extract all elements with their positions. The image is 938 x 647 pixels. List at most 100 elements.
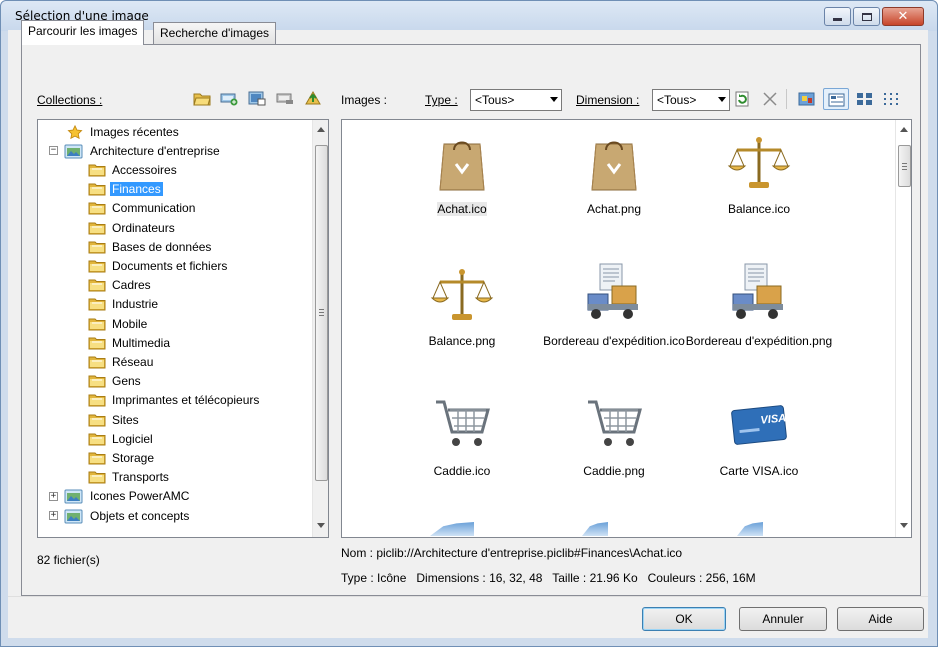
maximize-icon bbox=[861, 12, 872, 21]
thumbnail-caption: Achat.png bbox=[586, 202, 642, 216]
tree-item[interactable]: Accessoires bbox=[88, 160, 179, 179]
toolbar-separator bbox=[786, 89, 787, 109]
shopping-bag-icon bbox=[430, 130, 494, 194]
tree-item[interactable]: + Objets et concepts bbox=[49, 506, 191, 525]
folder-icon bbox=[88, 260, 106, 273]
collections-label: Collections : bbox=[37, 93, 102, 107]
tree-item[interactable]: Bases de données bbox=[88, 237, 213, 256]
partial-thumbnail[interactable] bbox=[430, 522, 474, 536]
tree-item-label: Logiciel bbox=[112, 431, 153, 446]
collections-label-text: Collections : bbox=[37, 93, 103, 107]
tree-item[interactable]: Gens bbox=[88, 372, 143, 391]
image-thumbnail[interactable]: Bordereau d'expédition.png bbox=[684, 262, 834, 348]
tree-item-label: Documents et fichiers bbox=[112, 258, 228, 273]
delete-icon[interactable] bbox=[761, 91, 779, 107]
scroll-up-icon[interactable] bbox=[900, 127, 908, 132]
collection-icon bbox=[64, 489, 83, 504]
image-thumbnail[interactable]: Achat.png bbox=[539, 130, 689, 216]
tree-item[interactable]: Transports bbox=[88, 468, 171, 487]
tree-item[interactable]: Finances bbox=[88, 180, 163, 199]
image-name-info: Nom : piclib://Architecture d'entreprise… bbox=[341, 546, 683, 560]
open-folder-icon[interactable] bbox=[193, 90, 211, 106]
tree-item[interactable]: Cadres bbox=[88, 276, 153, 295]
tree-item[interactable]: Mobile bbox=[88, 314, 149, 333]
details-view-icon bbox=[828, 93, 845, 107]
folder-icon bbox=[88, 183, 106, 196]
folder-icon bbox=[88, 202, 106, 215]
tree-item-label: Storage bbox=[112, 450, 155, 465]
close-button[interactable]: ✕ bbox=[882, 7, 924, 26]
scroll-down-icon[interactable] bbox=[317, 523, 325, 528]
partial-thumbnail[interactable] bbox=[582, 522, 608, 536]
type-dropdown[interactable]: <Tous> bbox=[470, 89, 562, 111]
tree-scrollbar-thumb[interactable] bbox=[315, 145, 328, 481]
dimension-label: Dimension : bbox=[576, 93, 639, 107]
dimension-dropdown[interactable]: <Tous> bbox=[652, 89, 730, 111]
image-grid-scrollbar-thumb[interactable] bbox=[898, 145, 911, 187]
tree-item[interactable]: Images récentes bbox=[66, 122, 181, 141]
tree-item[interactable]: + Icones PowerAMC bbox=[49, 487, 191, 506]
type-label-text: Type : bbox=[425, 93, 458, 107]
collapse-icon[interactable]: − bbox=[49, 146, 58, 156]
tab-browse-images[interactable]: Parcourir les images bbox=[21, 20, 145, 45]
tree-item-label: Communication bbox=[112, 201, 196, 216]
image-thumbnail[interactable]: Achat.ico bbox=[387, 130, 537, 216]
folder-icon bbox=[88, 222, 106, 234]
small-icons-view-icon[interactable] bbox=[856, 91, 874, 107]
image-thumbnail[interactable]: Caddie.ico bbox=[387, 392, 537, 478]
image-grid[interactable]: Achat.ico Achat.png Balance.ico Balance.png… bbox=[341, 119, 912, 538]
export-icon[interactable] bbox=[304, 90, 322, 106]
image-thumbnail[interactable]: Caddie.png bbox=[539, 392, 689, 478]
tree-item[interactable]: Ordinateurs bbox=[88, 218, 177, 237]
folder-icon bbox=[88, 356, 106, 369]
details-view-button[interactable] bbox=[823, 88, 849, 110]
edit-collection-icon[interactable] bbox=[248, 90, 266, 106]
tree-item-label: Objets et concepts bbox=[90, 508, 190, 523]
refresh-icon[interactable] bbox=[734, 91, 752, 107]
tree-item[interactable]: Storage bbox=[88, 448, 156, 467]
image-grid-scrollbar[interactable] bbox=[895, 120, 911, 537]
tree-item[interactable]: Imprimantes et télécopieurs bbox=[88, 391, 261, 410]
expand-icon[interactable]: + bbox=[49, 491, 58, 501]
tree-item[interactable]: Industrie bbox=[88, 295, 160, 314]
minimize-button[interactable] bbox=[824, 7, 851, 26]
minimize-icon bbox=[833, 18, 842, 21]
scroll-down-icon[interactable] bbox=[900, 523, 908, 528]
thumbnail-caption-wrap: Carte VISA.ico bbox=[684, 464, 834, 478]
tree-item[interactable]: − Architecture d'entreprise bbox=[49, 141, 222, 160]
list-view-icon[interactable] bbox=[882, 91, 900, 107]
partial-thumbnail[interactable] bbox=[737, 522, 763, 536]
tree-item-label: Industrie bbox=[112, 297, 159, 312]
collection-icon bbox=[64, 509, 83, 523]
tab-search-images[interactable]: Recherche d'images bbox=[153, 22, 277, 44]
cancel-button[interactable]: Annuler bbox=[739, 607, 827, 631]
tree-item-label: Finances bbox=[110, 182, 163, 197]
tree-item[interactable]: Réseau bbox=[88, 352, 155, 371]
image-thumbnail[interactable]: Balance.ico bbox=[684, 130, 834, 216]
tree-item[interactable]: Logiciel bbox=[88, 429, 155, 448]
add-collection-icon[interactable] bbox=[220, 90, 238, 106]
tree-item-label: Gens bbox=[112, 374, 141, 389]
folder-icon bbox=[88, 318, 106, 330]
tree-item-label: Réseau bbox=[112, 354, 154, 369]
thumbnail-caption: Caddie.png bbox=[583, 464, 645, 478]
image-thumbnail[interactable]: Balance.png bbox=[387, 262, 537, 348]
help-button[interactable]: Aide bbox=[837, 607, 924, 631]
tree-item-label: Architecture d'entreprise bbox=[90, 143, 220, 158]
tree-item[interactable]: Sites bbox=[88, 410, 141, 429]
collections-tree[interactable]: Images récentes − Architecture d'entrepris… bbox=[37, 119, 329, 538]
scroll-up-icon[interactable] bbox=[317, 127, 325, 132]
image-thumbnail[interactable]: Bordereau d'expédition.ico bbox=[539, 262, 689, 348]
folder-icon bbox=[88, 471, 106, 484]
thumbnail-caption-wrap: Balance.png bbox=[387, 334, 537, 348]
tree-item[interactable]: Documents et fichiers bbox=[88, 256, 229, 275]
image-thumbnail[interactable]: VISA Carte VISA.ico bbox=[684, 392, 834, 478]
ok-button[interactable]: OK bbox=[642, 607, 726, 631]
large-icons-view-icon[interactable] bbox=[798, 91, 816, 107]
tree-item[interactable]: Multimedia bbox=[88, 333, 172, 352]
tree-item[interactable]: Communication bbox=[88, 199, 197, 218]
tree-scrollbar[interactable] bbox=[312, 120, 328, 537]
remove-collection-icon[interactable] bbox=[276, 90, 294, 106]
expand-icon[interactable]: + bbox=[49, 511, 58, 520]
maximize-button[interactable] bbox=[853, 7, 880, 26]
